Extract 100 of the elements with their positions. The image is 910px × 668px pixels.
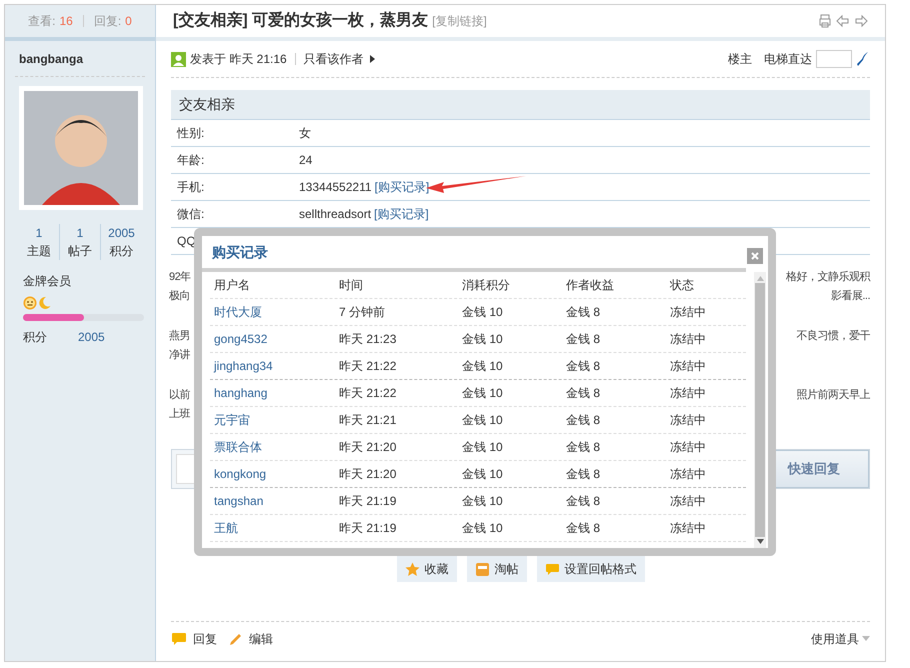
field-label: 微信: xyxy=(177,206,206,223)
post-text: 极向 xyxy=(169,289,190,304)
table-cell-text: 金钱 8 xyxy=(565,412,602,429)
jump-icon[interactable] xyxy=(856,51,870,67)
scrollbar[interactable] xyxy=(754,272,766,548)
table-cell-text: 金钱 10 xyxy=(461,466,504,483)
table-cell-text: 昨天 21:23 xyxy=(338,331,398,348)
floor-input[interactable] xyxy=(816,50,852,68)
post-text: 净讲 xyxy=(169,348,190,363)
tray-icon xyxy=(474,562,490,576)
table-cell-text: 昨天 21:20 xyxy=(338,466,398,483)
stat-label: 积分 xyxy=(110,243,134,260)
replies-label: 回复: xyxy=(94,13,122,30)
table-cell-text: 7 分钟前 xyxy=(338,304,386,321)
star-icon xyxy=(404,562,420,576)
table-cell-text: 金钱 10 xyxy=(461,520,504,537)
username-link[interactable]: jinghang34 xyxy=(210,357,335,375)
table-cell-text: 昨天 21:20 xyxy=(338,439,398,456)
table-cell-text: 冻结中 xyxy=(669,412,707,429)
table-cell-text: 冻结中 xyxy=(669,304,707,321)
previous-icon[interactable] xyxy=(836,14,850,28)
table-cell-text: 金钱 10 xyxy=(461,439,504,456)
post-text: 上班 xyxy=(169,407,190,422)
posted-time: 发表于 昨天 21:16 xyxy=(190,51,287,68)
dialog-title: 购买记录 xyxy=(212,242,268,262)
username-link[interactable]: bangbanga xyxy=(15,50,84,68)
scroll-down-icon[interactable] xyxy=(756,539,764,544)
table-cell-text: 金钱 10 xyxy=(461,304,504,321)
next-icon[interactable] xyxy=(854,14,868,28)
post-text: 照片前两天早上 xyxy=(796,388,870,403)
table-cell-text: 金钱 10 xyxy=(461,331,504,348)
user-group: 金牌会员 xyxy=(23,272,155,290)
only-author-link[interactable]: 只看该作者 xyxy=(304,50,364,68)
thread-title: [交友相亲] 可爱的女孩一枚，蒸男友 xyxy=(173,10,428,31)
table-cell-text: 冻结中 xyxy=(669,358,707,375)
floor-link[interactable]: 楼主 xyxy=(728,50,752,68)
table-cell-text: 昨天 21:19 xyxy=(338,493,398,510)
info-table-header: 交友相亲 xyxy=(171,90,870,120)
username-link[interactable]: hanghang xyxy=(210,384,335,402)
scroll-up-icon[interactable] xyxy=(756,276,764,281)
action-button[interactable]: 设置回帖格式 xyxy=(536,556,644,582)
column-header: 作者收益 xyxy=(565,277,615,294)
stat-label: 主题 xyxy=(27,243,51,260)
username-link[interactable]: 王航 xyxy=(210,519,335,537)
post-text: 格好，文静乐观积 xyxy=(786,270,870,285)
stat-value[interactable]: 1 xyxy=(76,224,84,242)
table-cell-text: 金钱 10 xyxy=(461,358,504,375)
tools-link[interactable]: 使用道具 xyxy=(811,630,859,648)
table-cell-text: 金钱 8 xyxy=(565,304,602,321)
table-cell-text: 金钱 10 xyxy=(461,493,504,510)
username-link[interactable]: kongkong xyxy=(210,465,335,483)
reply-link[interactable]: 回复 xyxy=(193,630,217,648)
table-cell-text: 昨天 21:21 xyxy=(338,412,398,429)
print-icon[interactable] xyxy=(818,14,832,28)
replies-count: 0 xyxy=(125,13,132,30)
action-button[interactable]: 收藏 xyxy=(396,556,456,582)
table-cell-text: 冻结中 xyxy=(669,493,707,510)
table-cell-text: 金钱 8 xyxy=(565,439,602,456)
username-link[interactable]: gong4532 xyxy=(210,330,335,348)
moon-icon xyxy=(38,296,51,310)
points-label: 积分 xyxy=(23,329,48,346)
field-label: 手机: xyxy=(177,179,206,196)
edit-link[interactable]: 编辑 xyxy=(249,630,273,648)
column-header: 消耗积分 xyxy=(461,277,511,294)
username-link[interactable]: 票联合体 xyxy=(210,438,335,456)
post-text: 以前 xyxy=(169,388,190,403)
stat-value[interactable]: 1 xyxy=(36,224,42,242)
smiley-icon xyxy=(23,296,37,310)
close-button[interactable] xyxy=(747,248,763,264)
username-link[interactable]: 时代大厦 xyxy=(210,303,335,321)
field-value: 女 xyxy=(299,125,311,142)
table-cell-text: 金钱 8 xyxy=(565,493,602,510)
pencil-icon xyxy=(229,632,243,646)
table-cell-text: 冻结中 xyxy=(669,331,707,348)
table-cell-text: 金钱 10 xyxy=(461,385,504,402)
table-cell-text: 金钱 8 xyxy=(565,466,602,483)
post-text: 影看展... xyxy=(830,289,870,304)
username-link[interactable]: tangshan xyxy=(210,492,335,510)
points-value: 2005 xyxy=(78,329,105,346)
action-button[interactable]: 淘帖 xyxy=(466,556,526,582)
table-cell-text: 金钱 8 xyxy=(565,385,602,402)
username-link[interactable]: 元宇宙 xyxy=(210,411,335,429)
table-cell-text: 冻结中 xyxy=(669,466,707,483)
table-cell-text: 昨天 21:22 xyxy=(338,358,398,375)
field-value: 24 xyxy=(299,152,312,169)
post-text: 92年 xyxy=(169,270,191,285)
table-cell-text: 昨天 21:22 xyxy=(338,385,398,402)
table-cell-text: 金钱 8 xyxy=(565,331,602,348)
stat-label: 帖子 xyxy=(68,243,92,260)
field-value: 13344552211 xyxy=(299,179,372,196)
speech-bubble-icon xyxy=(171,632,187,646)
post-text: 燕男 xyxy=(169,328,190,344)
stat-value[interactable]: 2005 xyxy=(108,224,135,242)
table-cell-text: 冻结中 xyxy=(669,439,707,456)
purchase-record-link[interactable]: [购买记录] xyxy=(374,205,429,223)
caret-icon xyxy=(862,636,870,641)
user-icon xyxy=(171,52,186,66)
post-text: 不良习惯，爱干 xyxy=(796,328,870,344)
column-header: 时间 xyxy=(338,277,364,294)
column-header: 用户名 xyxy=(213,277,251,294)
